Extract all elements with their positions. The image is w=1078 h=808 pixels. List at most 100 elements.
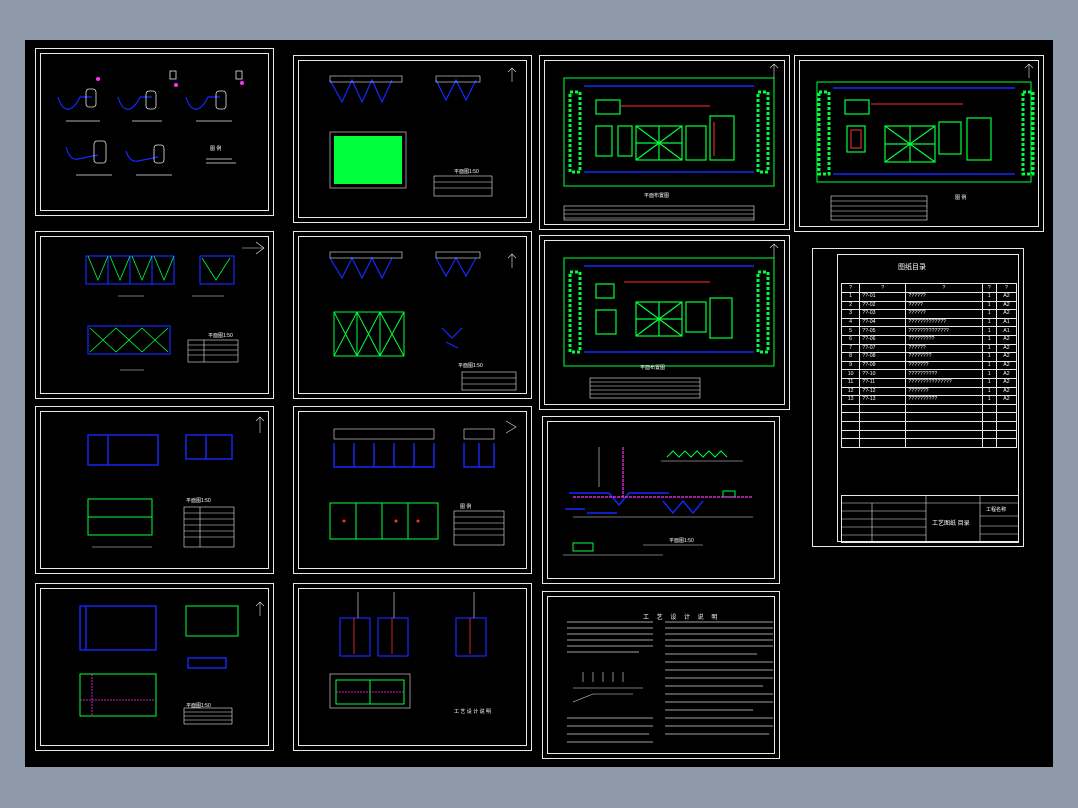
table-cell-no: 3: [840, 309, 861, 319]
column-header: ?: [840, 283, 861, 293]
drawing-sheet[interactable]: 平面布置图: [539, 55, 790, 230]
table-row: 2 ??-02????? 1 A2: [840, 300, 1018, 311]
drawing-sheet[interactable]: 平面布置图: [539, 235, 790, 410]
table-cell-code: ??-09: [859, 360, 907, 371]
table-cell-name: ??????????: [905, 395, 983, 405]
table-cell-code: [859, 420, 907, 431]
drawing-canvas[interactable]: 图 例 平面图1:50 平面图1:50 平面图1:50 平面图1:50 平面图1…: [25, 40, 1053, 767]
table-cell-name: ????????: [905, 352, 983, 362]
table-row: 7 ??-07?????? 1 A2: [840, 343, 1018, 354]
table-cell-size: A2: [995, 292, 1018, 302]
table-cell-num: 1: [981, 317, 997, 328]
table-cell-code: ??-08: [859, 352, 907, 362]
table-row: 4 ??-04????????????? 1 A1: [840, 317, 1018, 328]
table-cell-size: A1: [995, 317, 1018, 328]
table-row: 10 ??-10?????????? 1 A2: [840, 369, 1018, 379]
drawing-sheet[interactable]: 平面图1:50: [35, 583, 274, 751]
sheet-drawing: [563, 243, 779, 399]
table-cell-num: 1: [981, 360, 997, 371]
sheet-drawing: [329, 592, 487, 709]
table-header-row: ? ? ? ? ?: [840, 283, 1018, 293]
table-cell-size: A2: [995, 386, 1018, 397]
drawing-sheet[interactable]: 平面图1:50: [542, 416, 780, 584]
sheet-drawing: [87, 416, 265, 548]
table-cell-num: 1: [981, 343, 997, 354]
drawing-sheet[interactable]: 图 例: [293, 406, 532, 574]
table-cell-name: [905, 420, 983, 431]
table-cell-size: [995, 429, 1018, 440]
drawing-index-table: ? ? ? ? ? 1 ??-01?????? 1 A2 2 ??-02????? 1 A2 3…: [840, 283, 1018, 448]
table-cell-name: ?????????: [905, 334, 983, 345]
table-cell-name: ??????: [905, 292, 983, 302]
table-cell-code: [859, 438, 907, 448]
table-cell-name: [905, 438, 983, 448]
table-cell-num: 1: [981, 352, 997, 362]
table-cell-code: ??-13: [859, 395, 907, 405]
table-row: 12 ??-12??????? 1 A2: [840, 386, 1018, 397]
drawing-sheet[interactable]: 工 艺 设 计 说 明: [542, 591, 780, 759]
table-cell-num: [981, 420, 997, 431]
table-cell-size: A2: [995, 360, 1018, 371]
table-cell-no: [840, 403, 861, 414]
sheet-caption: 图 例: [955, 195, 967, 201]
table-cell-no: 12: [840, 386, 861, 397]
table-row: 5 ??-05?????????????? 1 A1: [840, 326, 1018, 336]
table-cell-name: ???????: [905, 360, 983, 371]
table-cell-no: 1: [840, 292, 861, 302]
table-cell-num: 1: [981, 309, 997, 319]
table-cell-size: A2: [995, 343, 1018, 354]
drawing-sheet[interactable]: 图 例: [35, 48, 274, 216]
column-header: ?: [859, 283, 907, 293]
table-cell-no: 5: [840, 326, 861, 336]
table-cell-no: 7: [840, 343, 861, 354]
table-cell-name: ???????: [905, 386, 983, 397]
table-cell-size: A1: [995, 326, 1018, 336]
table-row: 8 ??-08???????? 1 A2: [840, 352, 1018, 362]
table-cell-code: ??-11: [859, 377, 907, 388]
title-block: 工艺图纸 目录 工程名称: [841, 495, 1019, 543]
table-cell-no: [840, 412, 861, 422]
drawing-sheet[interactable]: 平面图1:50: [293, 231, 532, 399]
table-cell-size: A2: [995, 300, 1018, 311]
table-cell-name: ?????????????: [905, 317, 983, 328]
table-cell-size: [995, 420, 1018, 431]
drawing-index-sheet[interactable]: 图纸目录 ? ? ? ? ? 1 ??-01?????? 1 A2 2 ??-02????…: [812, 248, 1024, 547]
sheet-drawing: [567, 621, 773, 743]
table-cell-name: ?????: [905, 300, 983, 311]
drawing-sheet[interactable]: 平面图1:50: [35, 231, 274, 399]
table-cell-size: A2: [995, 369, 1018, 379]
table-cell-num: 1: [981, 386, 997, 397]
drawing-sheet[interactable]: 平面图1:50: [293, 55, 532, 223]
drawing-sheet[interactable]: 工 艺 设 计 说 明: [293, 583, 532, 751]
table-cell-size: A2: [995, 334, 1018, 345]
table-row: [840, 438, 1018, 448]
sheet-caption: 平面图1:50: [669, 538, 694, 544]
table-cell-num: [981, 438, 997, 448]
table-cell-size: A2: [995, 309, 1018, 319]
drawing-sheet[interactable]: 图 例: [794, 55, 1044, 232]
table-cell-num: 1: [981, 377, 997, 388]
table-cell-code: [859, 412, 907, 422]
table-cell-code: ??-05: [859, 326, 907, 336]
table-cell-size: A2: [995, 377, 1018, 388]
sheet-drawing: [816, 63, 1035, 221]
table-cell-code: ??-06: [859, 334, 907, 345]
table-cell-num: 1: [981, 326, 997, 336]
drawing-sheet[interactable]: 平面图1:50: [35, 406, 274, 574]
sheet-caption: 工 艺 设 计 说 明: [454, 709, 491, 715]
table-cell-code: ??-02: [859, 300, 907, 311]
sheet-drawing: [563, 447, 753, 556]
table-cell-size: [995, 403, 1018, 414]
sheet-drawing: [329, 251, 517, 391]
table-cell-code: ??-01: [859, 292, 907, 302]
table-cell-num: 1: [981, 292, 997, 302]
sheet-drawing: [329, 420, 517, 546]
sheet-caption: 平面图1:50: [186, 498, 211, 504]
table-cell-num: [981, 412, 997, 422]
table-cell-no: [840, 429, 861, 440]
table-cell-name: ???????????????: [905, 377, 983, 388]
table-cell-code: ??-07: [859, 343, 907, 354]
table-cell-num: [981, 403, 997, 414]
table-cell-no: 13: [840, 395, 861, 405]
table-cell-name: [905, 412, 983, 422]
